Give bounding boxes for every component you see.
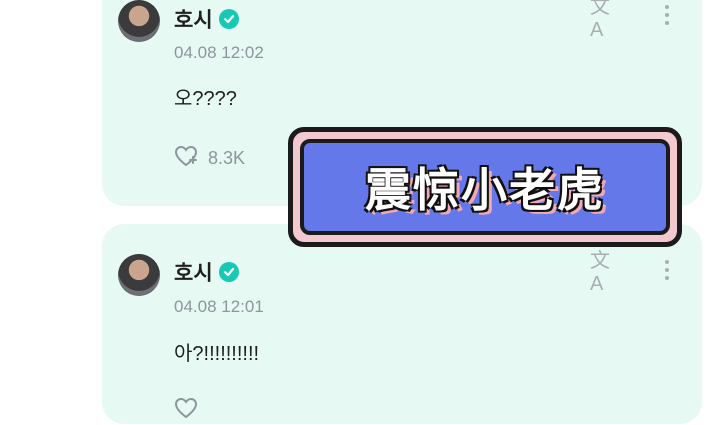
author-name: 호시 — [174, 262, 213, 285]
avatar[interactable] — [118, 0, 160, 42]
author-name-row: 호시 — [174, 4, 239, 34]
avatar[interactable] — [118, 254, 160, 296]
like-button[interactable] — [174, 396, 208, 425]
caption-text: 震惊小老虎 — [365, 163, 605, 217]
caption-banner: 震惊小老虎 — [288, 127, 682, 247]
more-vertical-icon — [665, 5, 669, 9]
translate-button[interactable]: 文A — [590, 0, 622, 41]
heart-plus-icon — [174, 144, 200, 173]
heart-plus-icon — [174, 396, 200, 425]
like-count: 8.3K — [208, 148, 246, 168]
like-button[interactable]: 8.3K — [174, 144, 245, 173]
verified-badge-icon — [218, 262, 239, 282]
translate-icon: 文A — [590, 250, 610, 295]
post-text: 아?!!!!!!!!!! — [174, 343, 260, 365]
post-timestamp: 04.08 12:01 — [174, 297, 264, 316]
author-name: 호시 — [174, 9, 213, 32]
verified-badge-icon — [218, 9, 239, 29]
translate-button[interactable]: 文A — [590, 250, 622, 295]
caption-banner-panel: 震惊小老虎 — [300, 139, 670, 235]
translate-icon: 文A — [590, 0, 610, 41]
more-vertical-icon — [665, 260, 669, 264]
more-options-button[interactable] — [658, 255, 676, 285]
post-timestamp: 04.08 12:02 — [174, 43, 264, 62]
post-card[interactable]: 호시 04.08 12:01 아?!!!!!!!!!! 文A — [102, 224, 702, 424]
post-text: 오???? — [174, 88, 237, 110]
more-options-button[interactable] — [658, 0, 676, 30]
author-name-row: 호시 — [174, 257, 239, 287]
